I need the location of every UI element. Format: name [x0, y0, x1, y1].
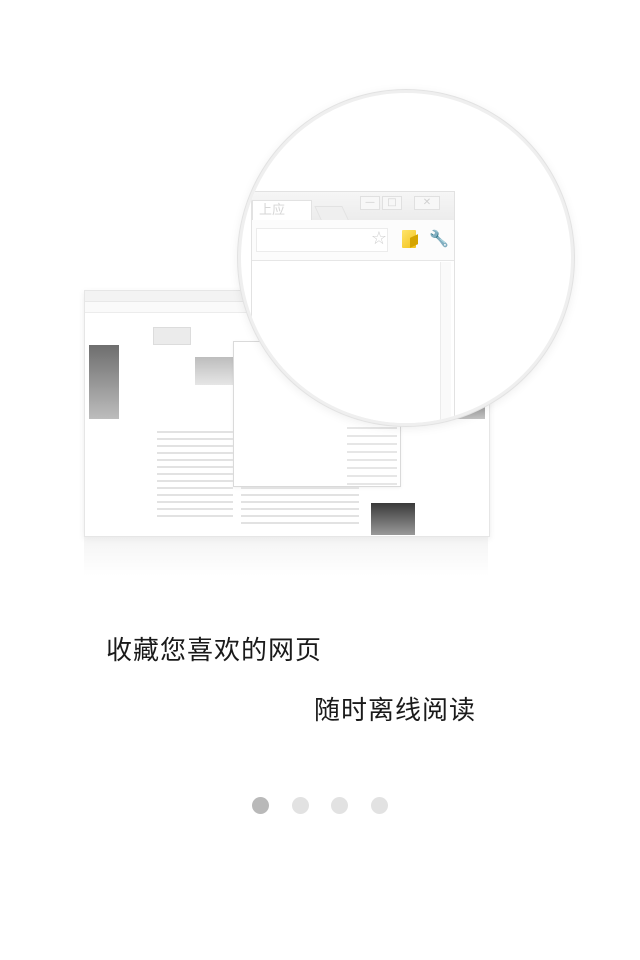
maximize-icon: □	[382, 196, 402, 210]
close-icon: ✕	[414, 196, 440, 210]
bookmark-folder-icon	[402, 230, 416, 248]
page-dot-4[interactable]	[371, 797, 388, 814]
intro-headline: 收藏您喜欢的网页	[106, 636, 323, 666]
screenshot-text-block	[347, 427, 397, 487]
minimize-icon: —	[360, 196, 380, 210]
screenshot-ad-image	[371, 503, 415, 535]
onboarding-screen: 上应 — □ ✕ ☆ 🔧 收藏您喜欢的网页 随时离线阅读	[0, 0, 640, 960]
screenshot-ad-image	[89, 345, 119, 419]
magnified-titlebar: 上应 — □ ✕	[252, 192, 454, 222]
feature-illustration: 上应 — □ ✕ ☆ 🔧	[0, 0, 640, 600]
screenshot-text-block	[241, 487, 359, 527]
page-dot-1[interactable]	[252, 797, 269, 814]
wrench-icon: 🔧	[429, 229, 449, 248]
screenshot-reflection	[84, 536, 488, 576]
screenshot-photo	[195, 357, 233, 385]
star-icon: ☆	[370, 228, 388, 249]
intro-subheadline: 随时离线阅读	[314, 696, 477, 726]
page-dot-2[interactable]	[292, 797, 309, 814]
page-dot-3[interactable]	[331, 797, 348, 814]
magnified-toolbar: ☆ 🔧	[252, 220, 454, 261]
page-indicator	[252, 797, 392, 815]
magnified-scrollbar	[440, 262, 451, 423]
screenshot-text-block	[157, 431, 233, 517]
magnified-tab: 上应	[252, 200, 312, 220]
screenshot-site-logo	[153, 327, 191, 345]
magnified-browser-window: 上应 — □ ✕ ☆ 🔧	[251, 191, 455, 423]
magnifier-circle: 上应 — □ ✕ ☆ 🔧	[238, 90, 574, 426]
